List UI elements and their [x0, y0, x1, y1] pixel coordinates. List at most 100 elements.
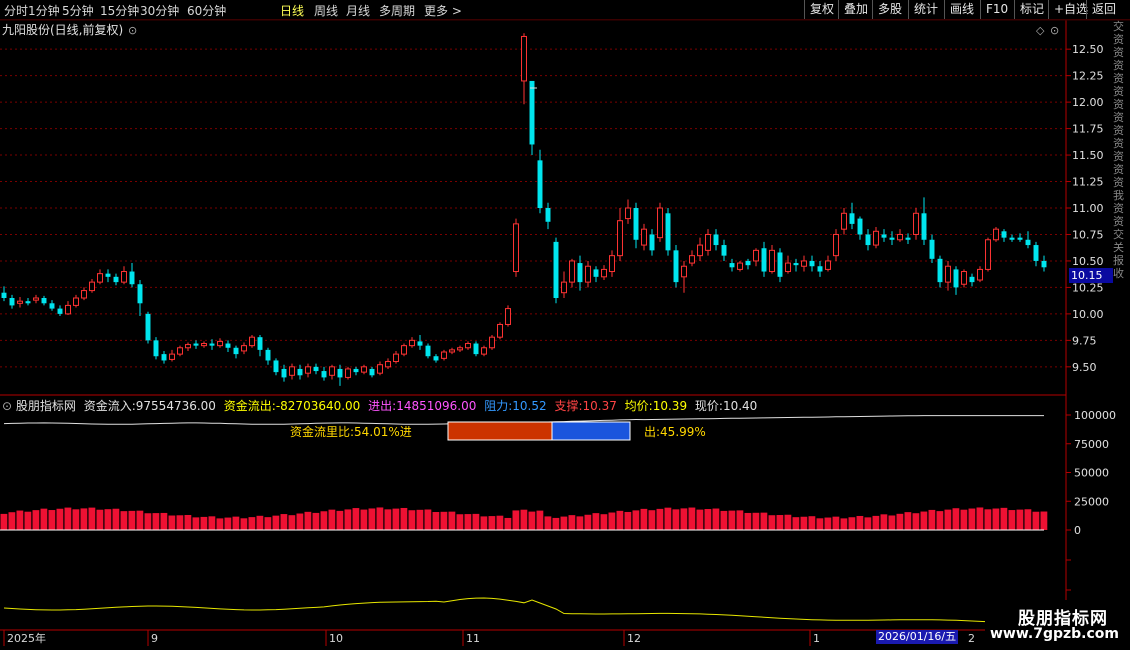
candle-body [41, 298, 47, 304]
candle-body [473, 343, 479, 355]
flow-bar [712, 508, 720, 530]
now-label: 现价: [694, 399, 723, 413]
candle-body [705, 233, 711, 251]
candle-body [9, 298, 15, 306]
flow-bar [168, 515, 176, 530]
candle-body [65, 304, 71, 315]
flow-bar [232, 516, 240, 530]
flow-bar [960, 509, 968, 530]
flow-bar [592, 513, 600, 530]
candle-body [553, 241, 559, 298]
flow-bar [904, 512, 912, 530]
candle-body [569, 260, 575, 283]
flow-bar [192, 517, 200, 530]
flow-bar [544, 516, 552, 530]
net-label: 进出: [368, 399, 397, 413]
flow-bar [488, 516, 496, 530]
flow-bar [88, 507, 96, 530]
candle-body [201, 343, 207, 347]
flow-bar [584, 514, 592, 530]
candle-body [305, 366, 311, 374]
flow-bar [224, 517, 232, 530]
flow-bar [392, 508, 400, 530]
flow-bar [648, 510, 656, 530]
flow-bar [464, 514, 472, 530]
flow-bar [848, 517, 856, 530]
flow-bar [264, 517, 272, 530]
candle-body [113, 276, 119, 283]
flow-bar [40, 508, 48, 530]
flow-bar [368, 508, 376, 530]
flow-bar [400, 507, 408, 530]
time-tick-label: 9 [151, 632, 158, 645]
fund-ratio-in: 资金流里比:54.01%进 [290, 425, 412, 439]
price-tick-label: 11.75 [1072, 123, 1104, 136]
candle-body [897, 233, 903, 241]
candle-body [17, 300, 23, 304]
flow-bar [624, 511, 632, 530]
inflow-value: 97554736.00 [135, 399, 216, 413]
candle-body [737, 262, 743, 270]
flow-bar [184, 514, 192, 530]
current-price-tag: 10.15 [1069, 268, 1113, 283]
candle-body [361, 366, 367, 373]
indicator-tick-label: 75000 [1074, 438, 1109, 451]
candle-body [953, 269, 959, 288]
flow-bar [424, 509, 432, 530]
collapse-indicator-icon[interactable]: ⊙ [2, 399, 12, 413]
flow-bar [688, 507, 696, 530]
flow-bar [480, 516, 488, 530]
candle-body [545, 208, 551, 222]
candlestick-chart[interactable]: 12.50 12.25 12.00 11.75 11.50 11.25 11.00 10.75… [0, 0, 1130, 650]
candle-body [81, 290, 87, 299]
candle-body [969, 276, 975, 283]
support-label: 支撑: [554, 399, 583, 413]
flow-bar [336, 510, 344, 530]
flow-bar [432, 512, 440, 530]
candle-body [697, 244, 703, 257]
indicator-tick-label: 100000 [1074, 409, 1116, 422]
flow-bar [832, 516, 840, 530]
flow-bar [8, 512, 16, 530]
candle-body [561, 281, 567, 294]
ratio-bar-out [551, 421, 631, 441]
candle-body [89, 281, 95, 292]
candle-body [433, 356, 439, 361]
flow-bar [632, 510, 640, 530]
candle-body [593, 269, 599, 277]
candle-body [865, 234, 871, 246]
candle-body [529, 80, 535, 145]
flow-bar [288, 515, 296, 530]
candle-body [1001, 231, 1007, 238]
candle-body [913, 212, 919, 235]
candle-body [889, 237, 895, 240]
candle-body [625, 207, 631, 220]
candle-body [713, 234, 719, 246]
candle-body [481, 347, 487, 355]
candle-body [857, 218, 863, 235]
candle-body [457, 347, 463, 351]
flow-bar [320, 511, 328, 530]
candle-body [777, 252, 783, 277]
flow-bar [96, 509, 104, 530]
candle-body [721, 245, 727, 256]
candle-body [817, 266, 823, 272]
diamond-icon: ◇ [1036, 24, 1045, 37]
candle-body [801, 260, 807, 267]
candle-body [689, 255, 695, 264]
flow-bar [440, 511, 448, 530]
candle-body [337, 368, 343, 378]
candle-body [881, 234, 887, 238]
flow-bar [840, 518, 848, 530]
candle-body [97, 273, 103, 283]
candle-body [513, 223, 519, 273]
candle-body [633, 208, 639, 240]
indicator-name[interactable]: 股朋指标网 [16, 399, 76, 413]
inflow-label: 资金流入: [83, 399, 136, 413]
candle-body [617, 220, 623, 257]
candle-body [1033, 245, 1039, 261]
flow-bar [32, 510, 40, 530]
candle-body [961, 271, 967, 285]
flow-bar [1000, 507, 1008, 530]
flow-bar [1040, 511, 1048, 530]
